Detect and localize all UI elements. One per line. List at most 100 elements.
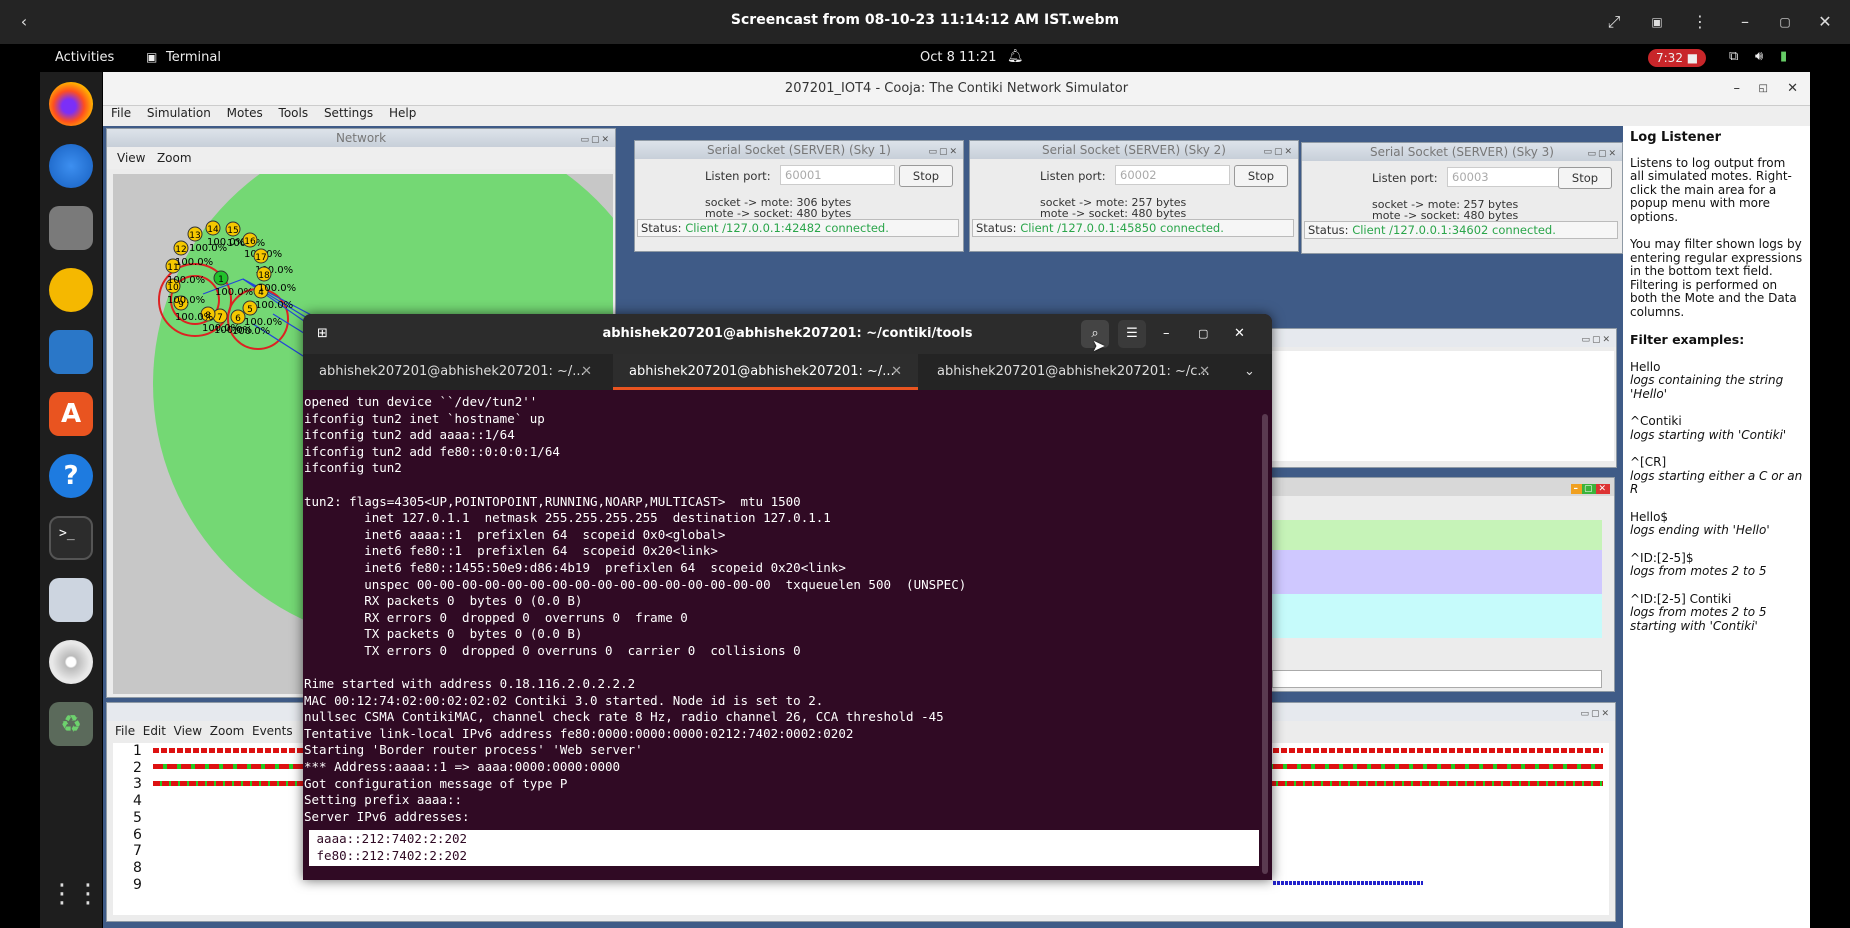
close-icon[interactable]: ✕ — [1234, 314, 1245, 354]
firefox-icon[interactable] — [49, 82, 93, 126]
terminal-output[interactable]: opened tun device ``/dev/tun2'' ifconfig … — [304, 394, 1262, 880]
dock: A ? >_ ♻ ⋮⋮⋮ — [40, 72, 127, 928]
clock[interactable]: Oct 8 11:21 — [920, 50, 996, 65]
rhythmbox-icon[interactable] — [49, 268, 93, 312]
mote-percentage: 100.0% — [167, 275, 205, 286]
menu-file[interactable]: File — [111, 106, 131, 120]
log-listener-panel: Log Listener Listens to log output from … — [1623, 126, 1810, 928]
listen-port-input[interactable]: 60002 — [1115, 165, 1230, 185]
window-buttons[interactable]: ▭▢✕ — [1580, 705, 1611, 723]
stop-button[interactable]: Stop — [1558, 167, 1612, 189]
battery-icon[interactable]: ▮ — [1780, 49, 1787, 64]
mote-output-window: – ▢ ✕ — [1265, 477, 1615, 692]
mote-percentage: 100.0% — [175, 257, 213, 268]
captions-icon[interactable]: ▣ — [1641, 6, 1673, 38]
tabs-dropdown-icon[interactable]: ⌄ — [1244, 364, 1255, 379]
tab-close-icon[interactable]: ✕ — [1199, 354, 1210, 390]
mote-label: 12 — [175, 245, 186, 255]
maximize-icon[interactable]: ▢ — [1769, 6, 1801, 38]
hamburger-menu-icon[interactable]: ☰ — [1118, 320, 1146, 348]
mote-output-titlebar[interactable]: – ▢ ✕ — [1266, 478, 1614, 496]
volume-icon[interactable]: 🔊︎ — [1755, 49, 1763, 64]
stop-button[interactable]: Stop — [899, 165, 953, 187]
terminal-tabs: abhishek207201@abhishek207201: ~/... ✕ ab… — [303, 354, 1272, 390]
terminal-scrollbar[interactable] — [1262, 414, 1268, 874]
menu-simulation[interactable]: Simulation — [147, 106, 211, 120]
tab-close-icon[interactable]: ✕ — [891, 354, 902, 390]
close-icon[interactable]: ✕ — [1809, 6, 1841, 38]
trash-icon[interactable]: ♻ — [49, 702, 93, 746]
network-icon[interactable]: ⧉ — [1729, 49, 1738, 64]
timeline-menu-events[interactable]: Events — [252, 724, 293, 738]
new-tab-icon[interactable]: ⊞ — [317, 314, 328, 354]
timeline-menu-file[interactable]: File — [115, 724, 135, 738]
terminal-line: inet6 fe80::1 prefixlen 64 scopeid 0x20<… — [304, 543, 718, 559]
fullscreen-icon[interactable]: ⤢ — [1598, 6, 1630, 38]
cooja-minimize-icon[interactable]: – — [1734, 72, 1741, 106]
terminal-selection[interactable]: aaaa::212:7402:2:202 fe80::212:7402:2:20… — [309, 830, 1259, 866]
mote-percentage: 100.0% — [255, 300, 293, 311]
cooja-maximize-icon[interactable]: ◱ — [1759, 72, 1768, 106]
terminal-line: Server IPv6 addresses: — [304, 808, 470, 824]
serial-socket-window-1: Serial Socket (SERVER) (Sky 1) ▭▢✕ Listen… — [634, 140, 964, 252]
filter-input[interactable] — [1272, 670, 1602, 688]
network-title: Network — [335, 131, 387, 145]
terminal-tab-2[interactable]: abhishek207201@abhishek207201: ~/... ✕ — [613, 354, 918, 390]
stop-button[interactable]: Stop — [1234, 165, 1288, 187]
window-buttons[interactable]: ▭▢✕ — [1581, 331, 1612, 349]
mote-percentage: 100.0% — [175, 312, 213, 323]
network-menu-view[interactable]: View — [117, 151, 145, 165]
network-menu-zoom[interactable]: Zoom — [157, 151, 192, 165]
timeline-menu-zoom[interactable]: Zoom — [210, 724, 245, 738]
disc-icon[interactable] — [49, 640, 93, 684]
serial-socket-window-2: Serial Socket (SERVER) (Sky 2) ▭▢✕ Listen… — [969, 140, 1299, 252]
mote-label: 15 — [227, 226, 238, 236]
plugin-titlebar[interactable]: ▭▢✕ — [1266, 329, 1616, 347]
terminal-headerbar[interactable]: ⊞ abhishek207201@abhishek207201: ~/conti… — [303, 314, 1272, 354]
network-titlebar[interactable]: Network ▭▢✕ — [107, 129, 615, 147]
terminal-tab-1[interactable]: abhishek207201@abhishek207201: ~/... ✕ — [303, 354, 608, 390]
serial-titlebar[interactable]: Serial Socket (SERVER) (Sky 3) ▭▢✕ — [1302, 143, 1622, 161]
java-icon[interactable] — [49, 578, 93, 622]
network-window-buttons[interactable]: ▭▢✕ — [580, 131, 611, 149]
terminal-line: inet6 fe80::1455:50e9:d86:4b19 prefixlen… — [304, 559, 846, 575]
serial-titlebar[interactable]: Serial Socket (SERVER) (Sky 1) ▭▢✕ — [635, 141, 963, 159]
listen-port-input[interactable]: 60003 — [1447, 167, 1562, 187]
mote-to-socket: mote -> socket: 480 bytes — [1040, 207, 1187, 220]
log-row-cyan[interactable] — [1272, 594, 1602, 638]
terminal-tab-3[interactable]: abhishek207201@abhishek207201: ~/c... ✕ — [921, 354, 1226, 390]
active-app-label[interactable]: Terminal — [166, 50, 221, 65]
serial-titlebar[interactable]: Serial Socket (SERVER) (Sky 2) ▭▢✕ — [970, 141, 1298, 159]
maximize-icon[interactable]: ▢ — [1198, 314, 1208, 354]
recording-time: 7:32 — [1656, 51, 1683, 65]
minimize-icon[interactable]: – — [1729, 6, 1761, 38]
menu-motes[interactable]: Motes — [227, 106, 263, 120]
apps-grid-icon[interactable]: ⋮⋮⋮ — [49, 872, 127, 916]
top-panel: Activities ▣ Terminal Oct 8 11:21 🔔︎ 7:3… — [0, 44, 1850, 72]
activities-button[interactable]: Activities — [55, 50, 114, 65]
filter-example: ^ID:[2-5]$ logs from motes 2 to 5 — [1630, 551, 1803, 579]
menu-help[interactable]: Help — [389, 106, 416, 120]
menu-settings[interactable]: Settings — [324, 106, 373, 120]
cooja-close-icon[interactable]: ✕ — [1787, 72, 1798, 106]
timeline-menu-edit[interactable]: Edit — [143, 724, 166, 738]
listen-port-input[interactable]: 60001 — [780, 165, 895, 185]
help-icon[interactable]: ? — [49, 454, 93, 498]
plugin-content — [1266, 351, 1614, 461]
writer-icon[interactable] — [49, 330, 93, 374]
terminal-line: Tentative link-local IPv6 address fe80:0… — [304, 725, 854, 741]
timeline-menu-view[interactable]: View — [174, 724, 202, 738]
minimize-icon[interactable]: – — [1163, 314, 1170, 354]
tab-close-icon[interactable]: ✕ — [581, 354, 592, 390]
software-icon[interactable]: A — [49, 392, 93, 436]
log-row-purple[interactable] — [1272, 550, 1602, 594]
terminal-icon[interactable]: >_ — [49, 516, 93, 560]
menu-icon[interactable]: ⋮ — [1684, 6, 1716, 38]
files-icon[interactable] — [49, 206, 93, 250]
thunderbird-icon[interactable] — [49, 144, 93, 188]
window-buttons[interactable]: – ▢ ✕ — [1571, 480, 1610, 498]
recording-indicator[interactable]: 7:32 ■ — [1648, 49, 1707, 67]
menu-tools[interactable]: Tools — [279, 106, 309, 120]
log-row-green[interactable] — [1272, 520, 1602, 550]
filter-examples-title: Filter examples: — [1630, 332, 1745, 347]
